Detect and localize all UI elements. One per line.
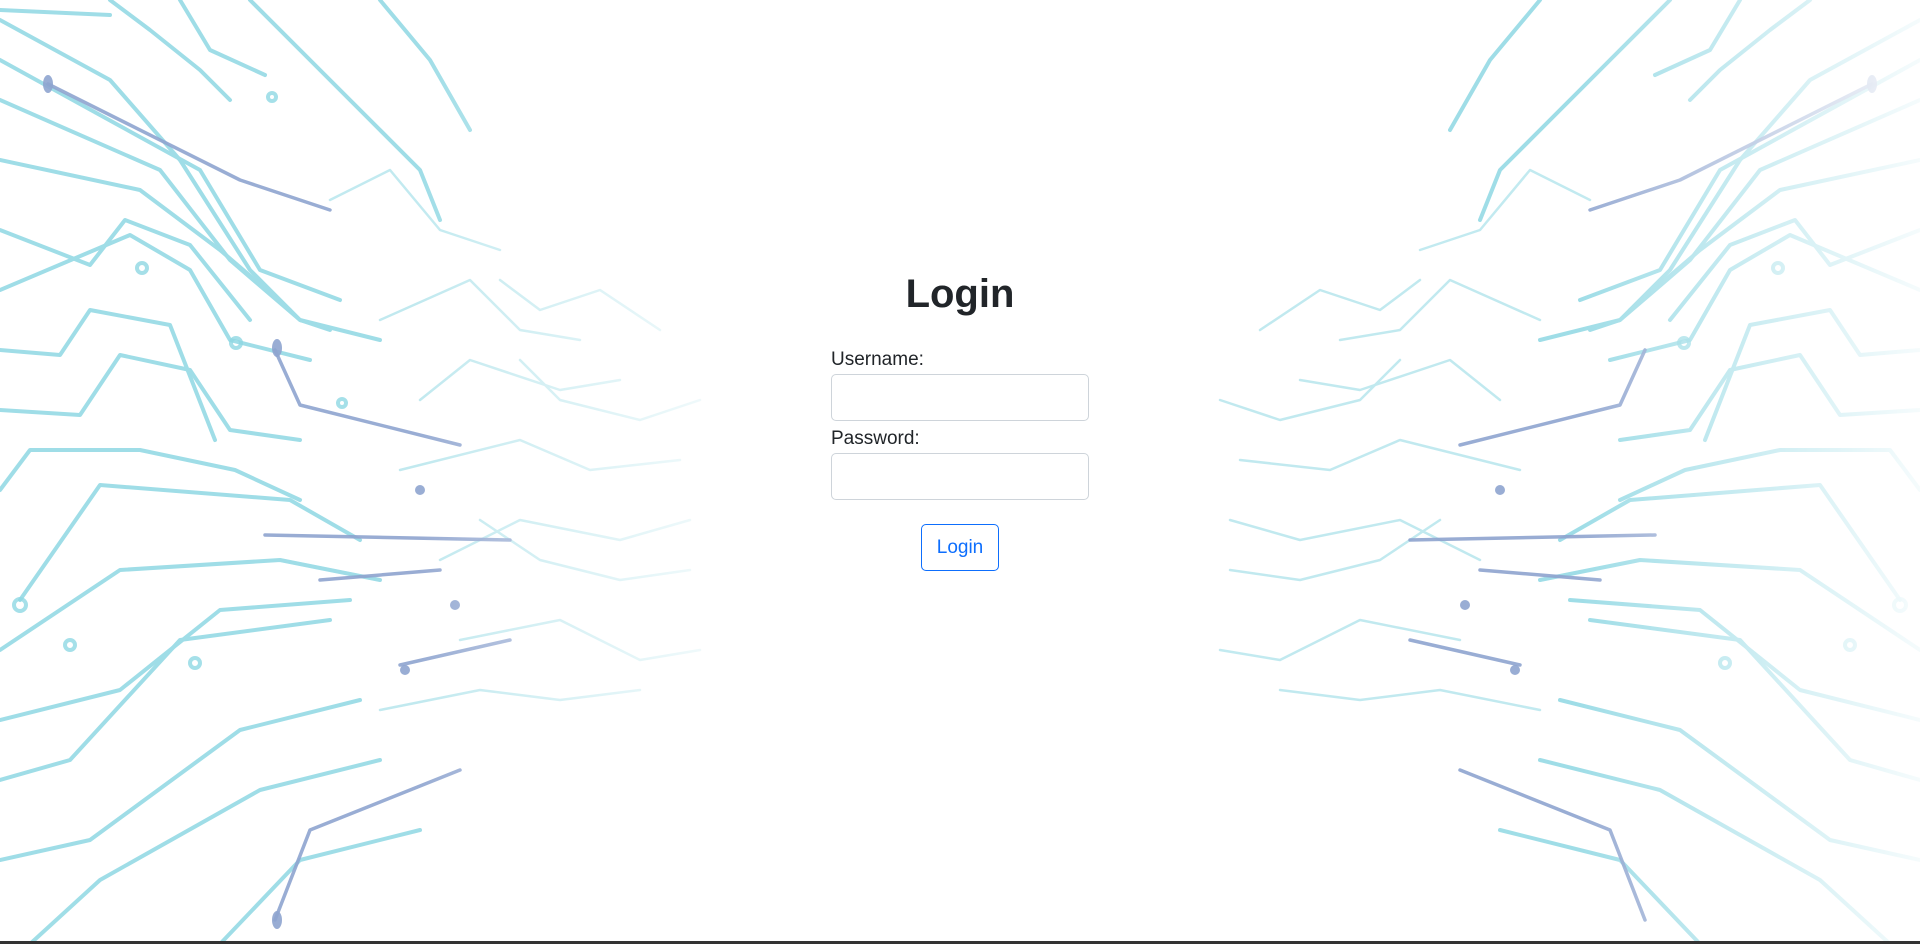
password-input[interactable] xyxy=(831,453,1089,500)
right-circuit-group xyxy=(1160,0,1920,944)
login-form: Username: Password: Login xyxy=(831,348,1089,571)
login-title: Login xyxy=(905,272,1015,316)
button-row: Login xyxy=(831,524,1089,571)
username-label: Username: xyxy=(831,349,924,370)
password-label: Password: xyxy=(831,428,920,449)
login-button[interactable]: Login xyxy=(920,524,1000,571)
left-circuit-group xyxy=(0,0,760,944)
login-page: Login Username: Password: Login xyxy=(0,0,1920,944)
username-input[interactable] xyxy=(831,374,1089,421)
login-card: Login Username: Password: Login xyxy=(831,270,1089,571)
